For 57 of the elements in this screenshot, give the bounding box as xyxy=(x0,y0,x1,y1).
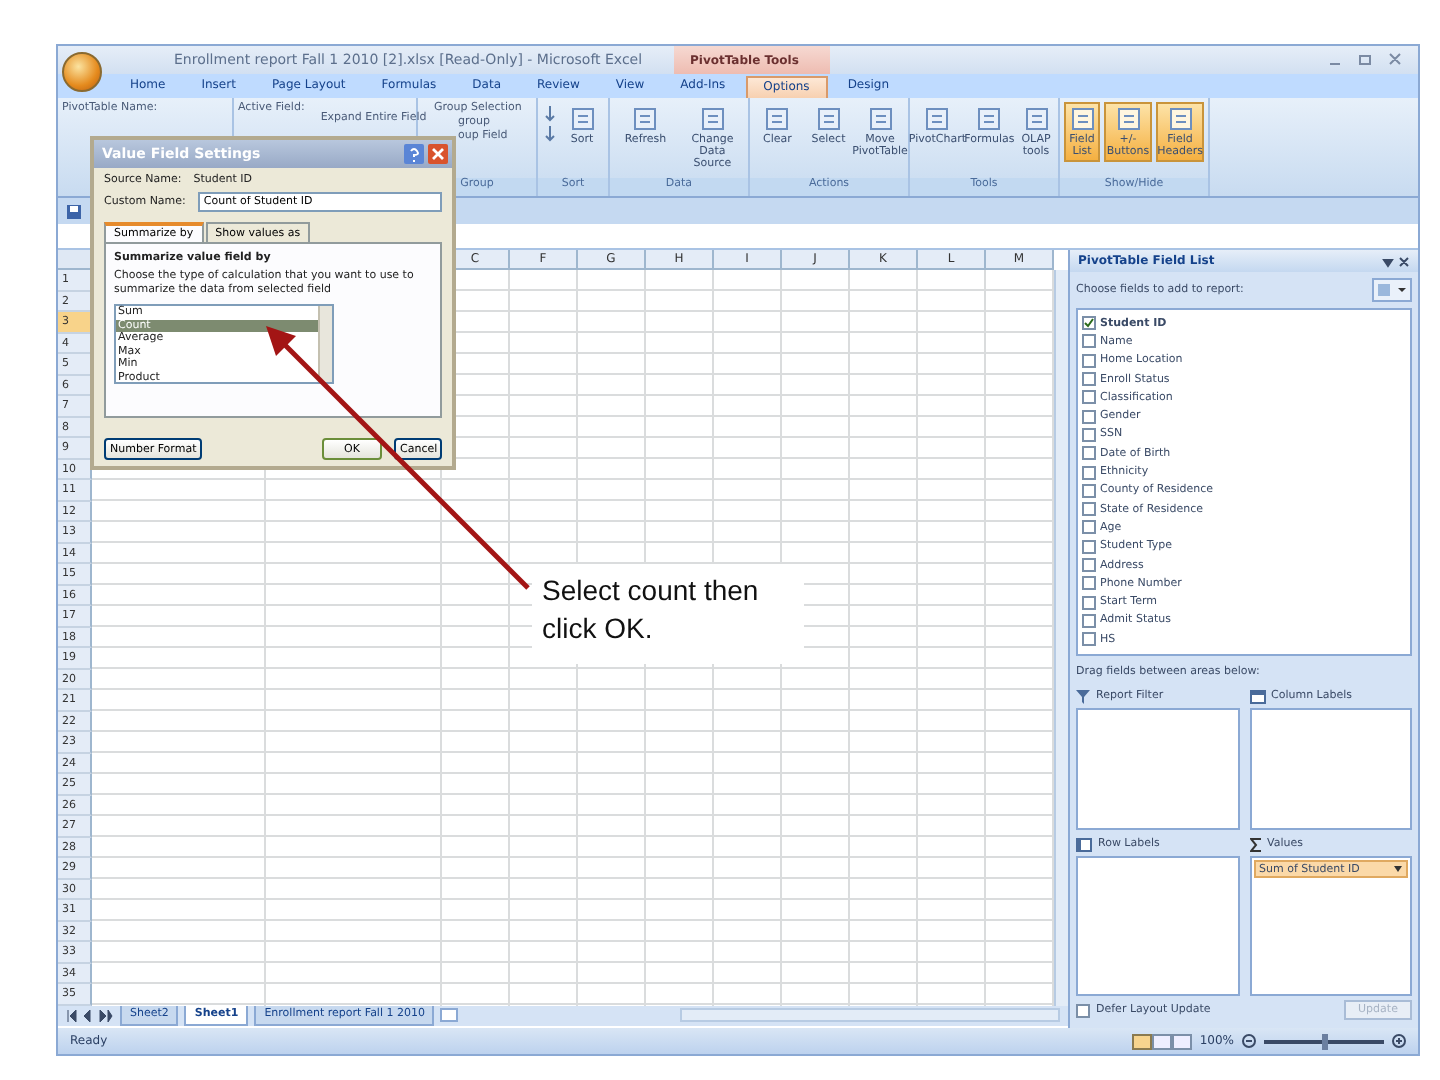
close-icon[interactable] xyxy=(1382,255,1410,267)
document-icon xyxy=(1069,106,1095,132)
save-icon[interactable] xyxy=(66,203,82,219)
document-icon xyxy=(1115,106,1141,132)
filter-icon xyxy=(1076,689,1090,703)
office-button[interactable] xyxy=(62,52,102,92)
field-checkbox[interactable] xyxy=(1082,390,1096,405)
field-checkbox[interactable] xyxy=(1082,353,1096,368)
field-checkbox[interactable] xyxy=(1082,576,1096,591)
document-icon xyxy=(976,106,1003,132)
column-labels-icon xyxy=(1249,689,1265,703)
field-checkbox[interactable] xyxy=(1082,409,1096,424)
sort-icon[interactable] xyxy=(542,102,558,142)
drop-area[interactable] xyxy=(1076,708,1239,830)
layout-dropdown-icon[interactable] xyxy=(1372,278,1412,302)
defer-checkbox[interactable] xyxy=(1076,1003,1090,1017)
document-icon xyxy=(815,106,842,132)
field-checkbox[interactable] xyxy=(1082,632,1096,647)
dropdown-arrow-icon[interactable] xyxy=(1394,866,1402,872)
field-checkbox[interactable] xyxy=(1082,558,1096,572)
field-checkbox[interactable] xyxy=(1082,334,1096,349)
view-buttons-icon[interactable] xyxy=(1131,1033,1192,1049)
sheet-navigation-icon[interactable] xyxy=(66,1009,114,1021)
row-labels-icon xyxy=(1076,837,1092,851)
field-checkbox[interactable] xyxy=(1082,595,1096,610)
field-checkbox[interactable] xyxy=(1082,316,1096,331)
drop-area[interactable] xyxy=(1076,856,1239,996)
document-icon xyxy=(569,106,595,132)
zoom-in-icon[interactable] xyxy=(1392,1034,1406,1048)
sigma-icon xyxy=(1249,837,1261,851)
document-icon xyxy=(924,106,951,132)
field-checkbox[interactable] xyxy=(1082,520,1096,535)
zoom-out-icon[interactable] xyxy=(1242,1034,1256,1048)
select-all-corner[interactable] xyxy=(58,250,92,270)
window-controls-icon[interactable] xyxy=(1326,52,1406,68)
document-icon xyxy=(764,106,791,132)
field-checkbox[interactable] xyxy=(1082,465,1096,480)
insert-sheet-icon[interactable] xyxy=(440,1008,459,1022)
callout-text: Select count then click OK. xyxy=(532,564,804,664)
zoom-slider-thumb[interactable] xyxy=(1321,1033,1327,1049)
field-checkbox[interactable] xyxy=(1082,446,1096,461)
document-icon xyxy=(699,106,726,132)
field-checkbox[interactable] xyxy=(1082,613,1096,628)
field-checkbox[interactable] xyxy=(1082,427,1096,442)
help-icon[interactable] xyxy=(404,144,424,164)
horizontal-scrollbar[interactable] xyxy=(680,1008,1060,1022)
document-icon xyxy=(1023,106,1049,132)
field-checkbox[interactable] xyxy=(1082,539,1096,554)
field-checkbox[interactable] xyxy=(1082,372,1096,387)
document-icon xyxy=(867,106,893,132)
field-checkbox[interactable] xyxy=(1082,502,1096,517)
list-scrollbar[interactable] xyxy=(318,306,332,383)
drop-area[interactable] xyxy=(1249,708,1412,830)
document-icon xyxy=(1167,106,1193,132)
field-checkbox[interactable] xyxy=(1082,483,1096,498)
vertical-scrollbar[interactable] xyxy=(1054,270,1068,1005)
document-icon xyxy=(632,106,659,132)
